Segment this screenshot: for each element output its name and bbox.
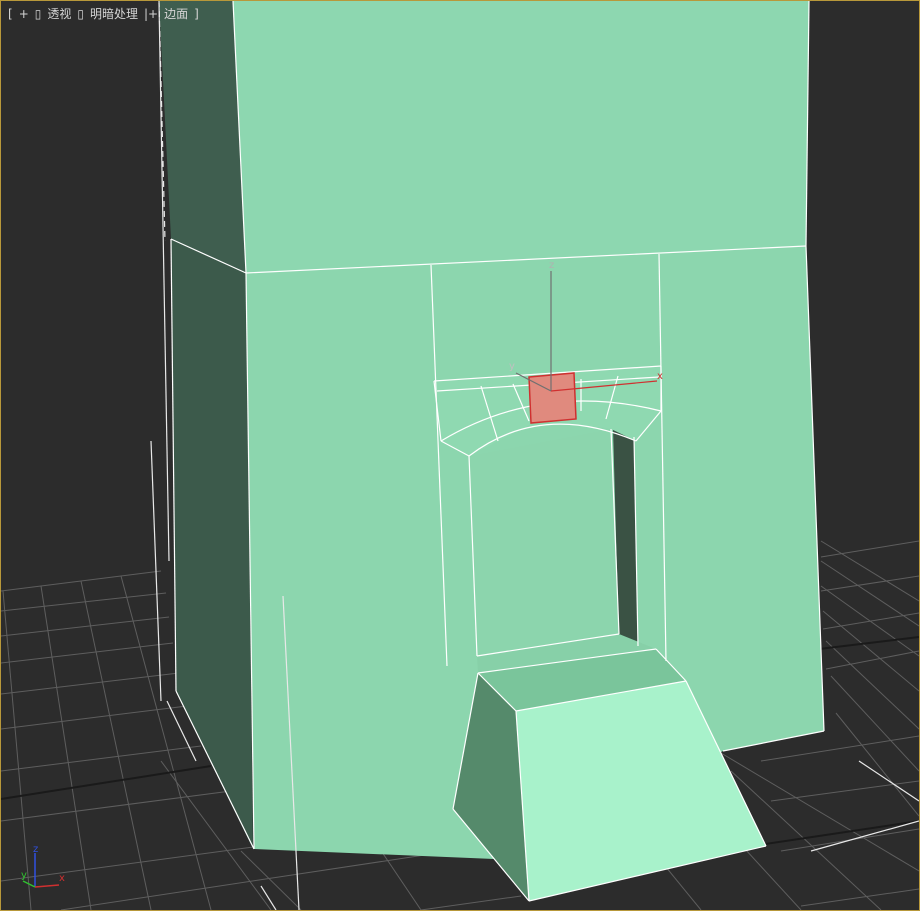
gizmo-y-label: y	[509, 361, 515, 372]
tripod-x-axis	[34, 884, 60, 888]
label-open-bracket: [	[8, 7, 13, 21]
tripod-z-label: z	[33, 844, 38, 855]
tripod-y-label: y	[21, 870, 27, 881]
viewport-view-menu[interactable]: 透视	[44, 5, 74, 23]
viewport-shading-menu[interactable]: 明暗处理	[87, 5, 141, 23]
label-separator-3: |+	[144, 7, 159, 21]
viewport-plus-menu[interactable]: +	[16, 5, 32, 23]
model-top-front-face[interactable]	[233, 1, 809, 273]
model-door-interior[interactable]	[469, 429, 619, 656]
tripod-x-label: x	[59, 873, 65, 884]
viewport-scene[interactable]: z x y	[1, 1, 919, 910]
gizmo-x-label: x	[657, 371, 663, 382]
label-separator-1: ▯	[34, 7, 42, 21]
gizmo-z-label: z	[549, 260, 554, 271]
perspective-viewport[interactable]: z x y [ + ▯ 透视 ▯ 明暗处理 |+ 边面 ] z x y	[0, 0, 920, 911]
viewport-label-menu: [ + ▯ 透视 ▯ 明暗处理 |+ 边面 ]	[5, 5, 202, 23]
tripod-y-axis	[22, 880, 36, 888]
label-close-bracket: ]	[194, 7, 199, 21]
viewport-edges-menu[interactable]: 边面	[161, 5, 191, 23]
selected-face[interactable]	[528, 372, 577, 424]
model-left-face-upper[interactable]	[159, 1, 246, 273]
axis-tripod-icon: z x y	[21, 844, 65, 888]
label-separator-2: ▯	[77, 7, 84, 21]
model-left-face-lower[interactable]	[171, 239, 253, 849]
